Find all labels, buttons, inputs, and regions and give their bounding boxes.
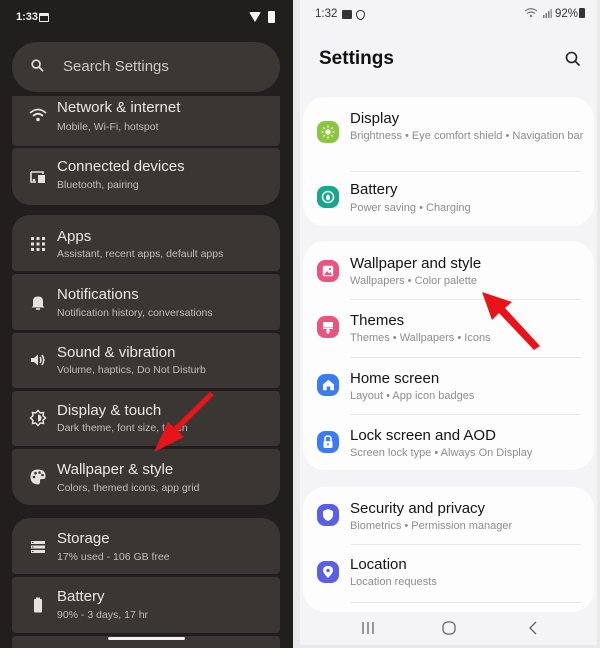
search-placeholder: Search Settings (63, 58, 169, 75)
item-subtitle: Dark theme, font size, touch (57, 422, 188, 434)
battery-percent: 92% (554, 8, 578, 20)
calendar-notification-icon (39, 13, 49, 22)
lock-icon (317, 431, 339, 453)
item-subtitle: Layout • App icon badges (350, 390, 475, 402)
samsung-settings-screen: 1:32 92% Settings Display Brightness • E… (300, 0, 597, 645)
item-subtitle: Screen lock type • Always On Display (350, 447, 533, 459)
item-title: Security and privacy (350, 500, 486, 517)
wifi-icon (29, 108, 47, 122)
item-title: Display & touch (57, 402, 162, 419)
connected-devices-icon (30, 171, 45, 183)
settings-item-wallpaper-style[interactable]: Wallpaper and style Wallpapers • Color p… (303, 241, 594, 299)
settings-item-battery[interactable]: Battery 90% - 3 days, 17 hr (12, 577, 280, 633)
settings-group-personalization: Wallpaper and style Wallpapers • Color p… (303, 241, 594, 470)
item-title: Sound & vibration (57, 344, 176, 361)
display-icon (317, 121, 339, 143)
item-title: Wallpaper and style (350, 255, 482, 272)
search-icon (31, 59, 44, 72)
item-title: Network & internet (57, 99, 181, 116)
item-subtitle: Wallpapers • Color palette (350, 275, 477, 287)
home-button[interactable] (437, 620, 461, 636)
battery-icon (34, 597, 42, 613)
gallery-notification-icon (342, 10, 352, 19)
item-subtitle: Biometrics • Permission manager (350, 520, 513, 532)
item-title: Battery (57, 588, 105, 605)
item-title: Connected devices (57, 158, 185, 175)
item-title: Notifications (57, 286, 139, 303)
status-bar: 1:32 92% (315, 8, 589, 22)
divider (350, 602, 581, 603)
status-bar: 1:33 (16, 11, 277, 25)
item-subtitle: 90% - 3 days, 17 hr (57, 609, 149, 621)
item-title: Display (350, 110, 400, 127)
location-pin-icon (317, 561, 339, 583)
item-title: Home screen (350, 370, 440, 387)
settings-group-device: Display Brightness • Eye comfort shield … (303, 97, 594, 226)
item-title: Storage (57, 530, 110, 547)
wallpaper-icon (317, 260, 339, 282)
battery-status-icon (579, 8, 585, 18)
settings-item-connected-devices[interactable]: Connected devices Bluetooth, pairing (12, 148, 280, 205)
apps-grid-icon (31, 237, 45, 251)
status-time: 1:33 (16, 11, 39, 23)
bell-icon (31, 296, 45, 310)
wifi-status-icon (249, 12, 261, 22)
search-settings-bar[interactable]: Search Settings (12, 42, 280, 92)
wifi-signal-icon (524, 8, 537, 18)
home-icon (317, 374, 339, 396)
storage-icon (31, 541, 45, 553)
item-title: Lock screen and AOD (350, 427, 496, 444)
settings-item-display-touch[interactable]: Display & touch Dark theme, font size, t… (12, 391, 280, 446)
themes-brush-icon (317, 316, 339, 338)
item-subtitle: Power saving • Charging (350, 202, 471, 214)
search-icon[interactable] (565, 51, 581, 67)
item-title: Wallpaper & style (57, 461, 174, 478)
status-time: 1:32 (315, 8, 338, 20)
item-title: Battery (350, 181, 398, 198)
settings-item-home-screen[interactable]: Home screen Layout • App icon badges (303, 358, 594, 415)
settings-item-security-privacy[interactable]: Security and privacy Biometrics • Permis… (303, 487, 594, 544)
settings-item-battery[interactable]: Battery Power saving • Charging (303, 172, 594, 226)
settings-item-notifications[interactable]: Notifications Notification history, conv… (12, 274, 280, 330)
item-subtitle: Notification history, conversations (57, 307, 213, 319)
settings-item-wallpaper-style[interactable]: Wallpaper & style Colors, themed icons, … (12, 449, 280, 505)
item-subtitle: Mobile, Wi-Fi, hotspot (57, 121, 159, 133)
shield-notification-icon (356, 10, 365, 20)
battery-status-icon (268, 11, 275, 23)
item-subtitle: Volume, haptics, Do Not Disturb (57, 364, 206, 376)
item-subtitle: Themes • Wallpapers • Icons (350, 332, 491, 344)
item-subtitle: Brightness • Eye comfort shield • Naviga… (350, 130, 584, 142)
speaker-icon (31, 354, 45, 366)
shield-icon (317, 504, 339, 526)
item-title: Location (350, 556, 407, 573)
recent-apps-button[interactable] (356, 620, 380, 636)
settings-item-display[interactable]: Display Brightness • Eye comfort shield … (303, 97, 594, 167)
settings-item-storage[interactable]: Storage 17% used - 106 GB free (12, 518, 280, 574)
settings-item-lock-screen[interactable]: Lock screen and AOD Screen lock type • A… (303, 415, 594, 470)
settings-group-security: Security and privacy Biometrics • Permis… (303, 487, 594, 612)
settings-item-apps[interactable]: Apps Assistant, recent apps, default app… (12, 215, 280, 271)
page-title: Settings (319, 48, 394, 69)
item-subtitle: Location requests (350, 576, 437, 588)
item-title: Themes (350, 312, 405, 329)
battery-care-icon (317, 186, 339, 208)
item-subtitle: 17% used - 106 GB free (57, 551, 170, 563)
settings-item-themes[interactable]: Themes Themes • Wallpapers • Icons (303, 300, 594, 357)
settings-item-sound[interactable]: Sound & vibration Volume, haptics, Do No… (12, 333, 280, 388)
item-subtitle: Assistant, recent apps, default apps (57, 248, 224, 260)
gesture-nav-handle[interactable] (108, 637, 185, 640)
brightness-icon (29, 409, 47, 427)
navigation-bar (300, 612, 597, 644)
item-title: Apps (57, 228, 92, 245)
settings-item-location[interactable]: Location Location requests (303, 545, 594, 602)
item-subtitle: Bluetooth, pairing (57, 179, 139, 191)
pixel-settings-screen: 1:33 Search Settings Network & internet … (0, 0, 293, 648)
settings-item-network[interactable]: Network & internet Mobile, Wi-Fi, hotspo… (12, 96, 280, 146)
back-button[interactable] (521, 620, 545, 636)
palette-icon (30, 469, 46, 485)
item-subtitle: Colors, themed icons, app grid (57, 482, 200, 494)
cell-signal-icon (542, 9, 552, 18)
